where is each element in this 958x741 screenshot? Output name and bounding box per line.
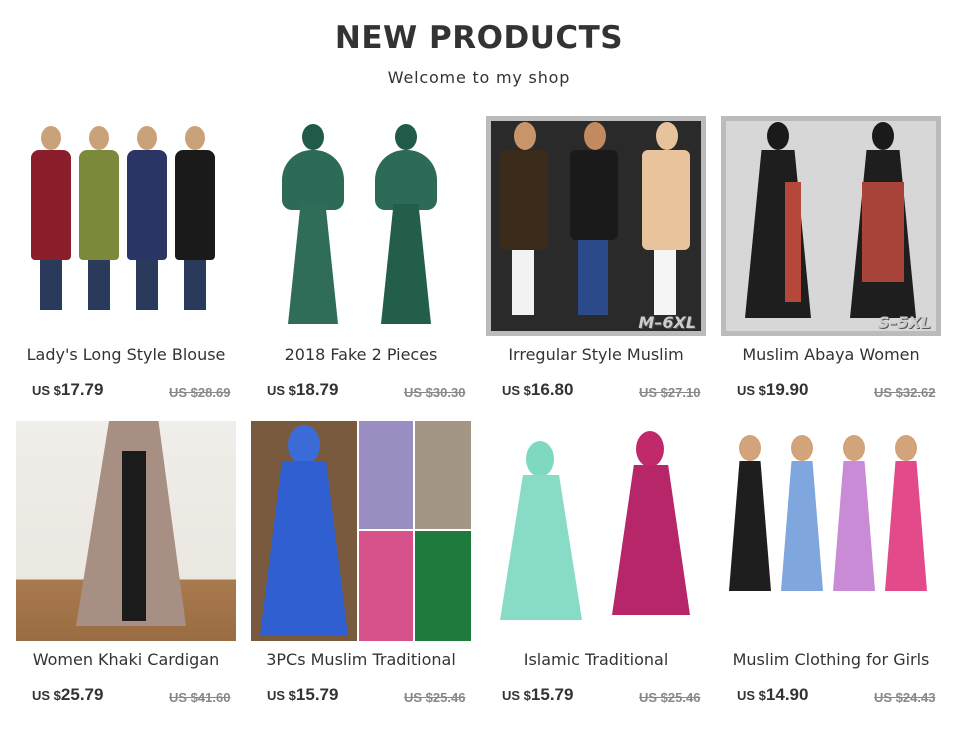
old-price: US $28.69 xyxy=(169,385,231,400)
product-image[interactable]: M–6XL xyxy=(486,116,706,336)
product-image[interactable] xyxy=(486,421,706,641)
product-image[interactable] xyxy=(721,421,941,641)
product-card[interactable]: Muslim Clothing for Girls US $14.90 US $… xyxy=(721,421,941,705)
price-row: US $17.79 US $28.69 xyxy=(32,378,236,400)
current-price: US $16.80 xyxy=(502,380,574,399)
product-name[interactable]: Muslim Abaya Women xyxy=(713,345,949,364)
price-row: US $15.79 US $25.46 xyxy=(502,683,706,705)
product-name[interactable]: Women Khaki Cardigan xyxy=(8,650,244,669)
size-badge: S–5XL xyxy=(877,313,931,332)
product-image[interactable] xyxy=(251,421,471,641)
product-image[interactable] xyxy=(16,421,236,641)
product-name[interactable]: Muslim Clothing for Girls xyxy=(713,650,949,669)
old-price: US $25.46 xyxy=(404,690,466,705)
product-name[interactable]: 2018 Fake 2 Pieces xyxy=(243,345,479,364)
size-badge: M–6XL xyxy=(638,313,696,332)
product-image[interactable] xyxy=(251,116,471,336)
old-price: US $30.30 xyxy=(404,385,466,400)
current-price: US $15.79 xyxy=(502,685,574,704)
price-row: US $18.79 US $30.30 xyxy=(267,378,471,400)
product-card[interactable]: Islamic Traditional US $15.79 US $25.46 xyxy=(486,421,706,705)
old-price: US $24.43 xyxy=(874,690,936,705)
old-price: US $27.10 xyxy=(639,385,701,400)
current-price: US $18.79 xyxy=(267,380,339,399)
product-card[interactable]: 3PCs Muslim Traditional US $15.79 US $25… xyxy=(251,421,471,705)
price-row: US $15.79 US $25.46 xyxy=(267,683,471,705)
product-card[interactable]: Women Khaki Cardigan US $25.79 US $41.60 xyxy=(16,421,236,705)
price-row: US $16.80 US $27.10 xyxy=(502,378,706,400)
product-image[interactable]: S–5XL xyxy=(721,116,941,336)
product-name[interactable]: Lady's Long Style Blouse xyxy=(8,345,244,364)
price-row: US $25.79 US $41.60 xyxy=(32,683,236,705)
product-name[interactable]: 3PCs Muslim Traditional xyxy=(243,650,479,669)
page-subtitle: Welcome to my shop xyxy=(387,68,571,87)
price-row: US $19.90 US $32.62 xyxy=(737,378,941,400)
old-price: US $25.46 xyxy=(639,690,701,705)
current-price: US $17.79 xyxy=(32,380,104,399)
current-price: US $15.79 xyxy=(267,685,339,704)
product-card[interactable]: M–6XL Irregular Style Muslim US $16.80 U… xyxy=(486,116,706,400)
old-price: US $32.62 xyxy=(874,385,936,400)
product-image[interactable] xyxy=(16,116,236,336)
product-card[interactable]: Lady's Long Style Blouse US $17.79 US $2… xyxy=(16,116,236,400)
price-row: US $14.90 US $24.43 xyxy=(737,683,941,705)
product-name[interactable]: Islamic Traditional xyxy=(478,650,714,669)
current-price: US $14.90 xyxy=(737,685,809,704)
current-price: US $19.90 xyxy=(737,380,809,399)
page-title: NEW PRODUCTS xyxy=(334,20,624,56)
product-name[interactable]: Irregular Style Muslim xyxy=(478,345,714,364)
product-card[interactable]: S–5XL Muslim Abaya Women US $19.90 US $3… xyxy=(721,116,941,400)
old-price: US $41.60 xyxy=(169,690,231,705)
current-price: US $25.79 xyxy=(32,685,104,704)
product-card[interactable]: 2018 Fake 2 Pieces US $18.79 US $30.30 xyxy=(251,116,471,400)
